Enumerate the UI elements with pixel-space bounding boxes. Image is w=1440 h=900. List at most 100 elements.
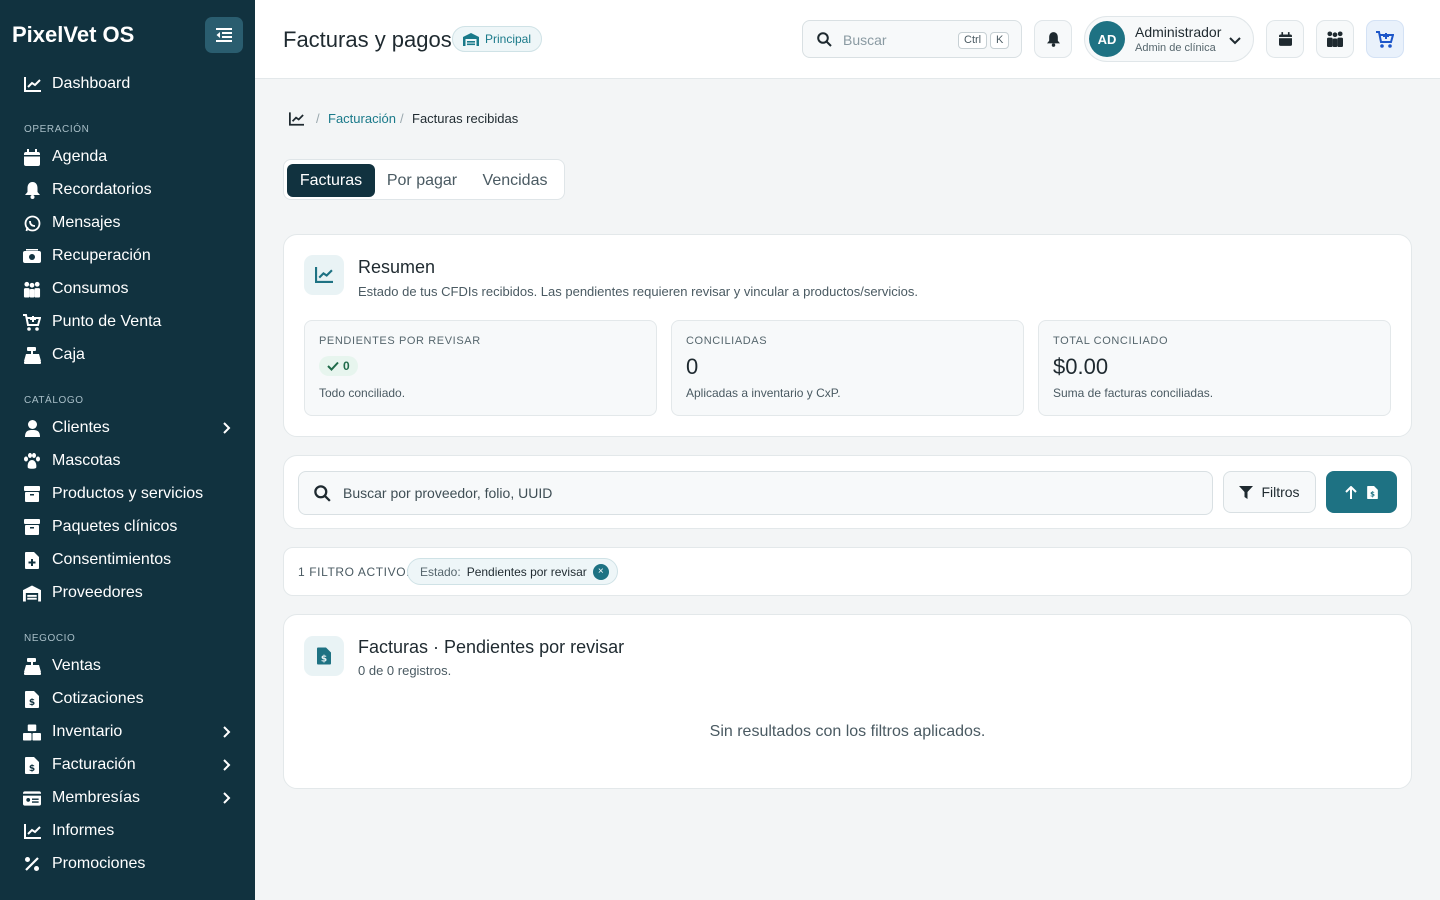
chart-line-icon [23,75,41,93]
bell-icon [23,181,41,199]
sidebar-item-label: Mensajes [52,214,121,231]
point-of-sale-button[interactable] [1366,20,1404,58]
cart-icon [23,313,41,331]
global-search-input[interactable]: Buscar Ctrl K [802,20,1022,58]
empty-state-message: Sin resultados con los filtros aplicados… [709,723,986,740]
user-icon [23,419,41,437]
check-icon [327,361,339,371]
svg-text:$: $ [29,698,35,708]
chart-line-icon[interactable] [289,112,304,126]
sidebar-item-consentimientos[interactable]: Consentimientos [0,545,255,575]
sidebar-item-label: Inventario [52,723,123,740]
svg-text:$: $ [29,764,35,774]
calendar-button[interactable] [1266,20,1304,58]
sidebar-item-informes[interactable]: Informes [0,816,255,846]
results-title: Facturas · Pendientes por revisar [358,637,625,657]
sidebar-item-punto-de-venta[interactable]: Punto de Venta [0,307,255,337]
stat-value: $0.00 [1053,354,1109,379]
chip-key: Estado: [420,564,461,579]
file-invoice-icon: $ [304,636,344,676]
sidebar-item-cotizaciones[interactable]: $ Cotizaciones [0,684,255,714]
branch-badge[interactable]: Principal [452,26,543,52]
sidebar-item-label: Consumos [52,280,129,297]
stat-note: Aplicadas a inventario y CxP. [686,386,841,400]
close-icon[interactable]: × [592,563,609,580]
cart-icon [1376,30,1394,48]
svg-text:$: $ [321,655,327,665]
sidebar-item-label: Caja [52,346,85,363]
invoice-search-input[interactable]: Buscar por proveedor, folio, UUID [298,471,1213,515]
sidebar-item-facturacion[interactable]: $ Facturación [0,750,255,780]
sidebar-item-label: Paquetes clínicos [52,518,178,535]
filters-button[interactable]: Filtros [1223,471,1316,513]
sidebar-item-agenda[interactable]: Agenda [0,142,255,172]
sidebar-item-mascotas[interactable]: Mascotas [0,446,255,476]
sidebar-collapse-button[interactable] [205,17,243,53]
stat-conciliadas: CONCILIADAS 0 Aplicadas a inventario y C… [671,320,1024,416]
active-filters-label: 1 FILTRO ACTIVO: [298,565,411,579]
filter-icon [1239,485,1254,499]
sidebar-item-label: Membresías [52,789,141,806]
user-name: Administrador [1135,24,1222,40]
search-placeholder: Buscar [843,32,887,48]
search-icon [314,485,331,502]
paw-icon [23,452,41,470]
summary-card: Resumen Estado de tus CFDIs recibidos. L… [283,234,1412,437]
user-menu-button[interactable]: AD Administrador Admin de clínica [1084,16,1254,62]
stat-note: Todo conciliado. [319,386,406,400]
sidebar-item-consumos[interactable]: Consumos [0,274,255,304]
sidebar-item-paquetes-clinicos[interactable]: Paquetes clínicos [0,512,255,542]
sidebar-item-caja[interactable]: Caja [0,340,255,370]
money-bill-icon [23,247,41,265]
calendar-icon [1278,32,1292,46]
breadcrumb-separator: / [400,111,404,126]
box-icon [23,485,41,503]
sidebar-item-recuperacion[interactable]: Recuperación [0,241,255,271]
stat-value: 0 [686,354,699,379]
search-placeholder: Buscar por proveedor, folio, UUID [343,485,553,501]
sidebar-item-label: Agenda [52,148,108,165]
sidebar-item-proveedores[interactable]: Proveedores [0,578,255,608]
stat-total-conciliado: TOTAL CONCILIADO $0.00 Suma de facturas … [1038,320,1391,416]
sidebar-item-promociones[interactable]: Promociones [0,849,255,879]
upload-invoice-button[interactable]: $ [1326,471,1397,513]
calendar-icon [23,148,41,166]
notifications-button[interactable] [1034,20,1072,58]
sidebar-item-label: Clientes [52,419,110,436]
people-group-icon [1327,31,1343,47]
sidebar-item-productos-y-servicios[interactable]: Productos y servicios [0,479,255,509]
sidebar-item-label: Productos y servicios [52,485,204,502]
sidebar: PixelVet OS Dashboard OPERACIÓN Agenda R… [0,0,255,900]
chart-line-icon [23,822,41,840]
sidebar-item-label: Recordatorios [52,181,152,198]
svg-text:$: $ [1370,490,1375,498]
sidebar-item-mensajes[interactable]: Mensajes [0,208,255,238]
consumos-button[interactable] [1316,20,1354,58]
cash-register-icon [23,346,41,364]
id-card-icon [23,789,41,807]
boxes-icon [23,723,41,741]
page-title: Facturas y pagos [283,27,452,52]
stat-note: Suma de facturas conciliadas. [1053,386,1214,400]
sidebar-item-label: Dashboard [52,75,131,92]
sidebar-item-label: Proveedores [52,584,143,601]
sidebar-item-label: Ventas [52,657,101,674]
sidebar-item-label: Punto de Venta [52,313,162,330]
sidebar-item-dashboard[interactable]: Dashboard [0,69,255,99]
sidebar-item-clientes[interactable]: Clientes [0,413,255,443]
sidebar-item-recordatorios[interactable]: Recordatorios [0,175,255,205]
sidebar-item-membresias[interactable]: Membresías [0,783,255,813]
tab-vencidas[interactable]: Vencidas [469,164,561,197]
sidebar-item-inventario[interactable]: Inventario [0,717,255,747]
sidebar-section-negocio: NEGOCIO [24,633,76,644]
tab-facturas[interactable]: Facturas [287,164,375,197]
sidebar-item-ventas[interactable]: Ventas [0,651,255,681]
cash-register-icon [23,657,41,675]
tab-por-pagar[interactable]: Por pagar [377,164,467,197]
stat-value: 0 [343,359,350,373]
breadcrumb-link-facturacion[interactable]: Facturación [328,111,396,126]
arrow-up-icon [1345,485,1357,499]
user-role: Admin de clínica [1135,42,1216,54]
invoice-tabs: Facturas Por pagar Vencidas [283,159,565,200]
filter-chip-estado: Estado: Pendientes por revisar × [407,558,618,585]
